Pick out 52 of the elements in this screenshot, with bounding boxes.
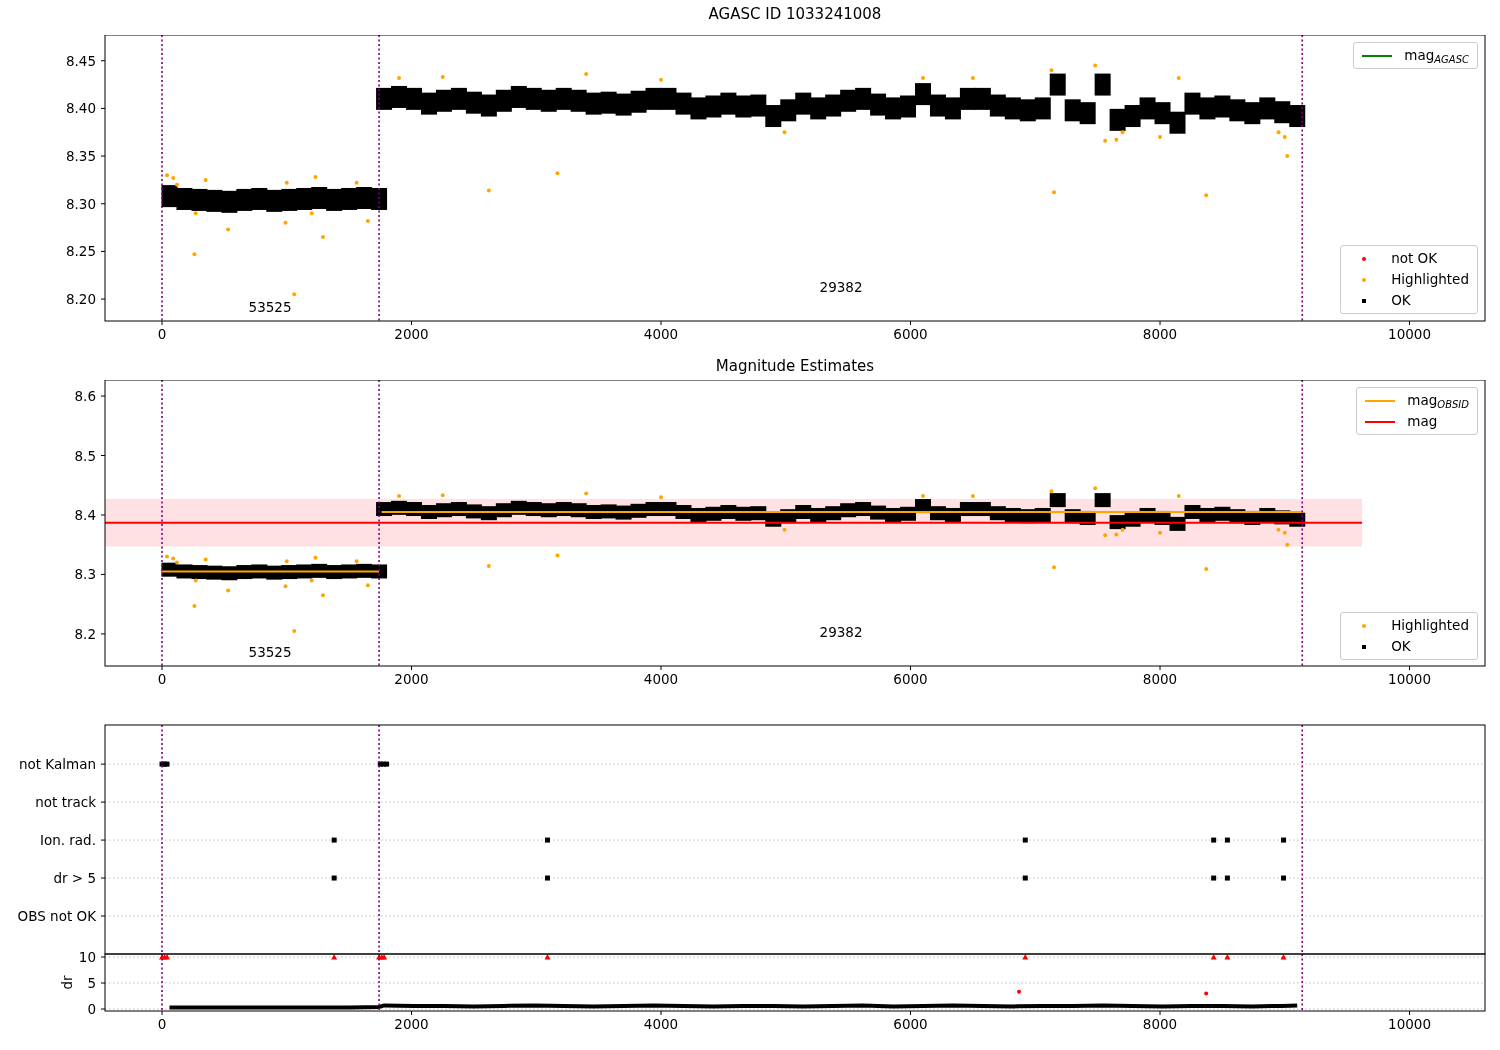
tick-label: Ion. rad. [39, 832, 96, 849]
tick-label: 0 [157, 1016, 167, 1032]
tick-label: 6000 [893, 1016, 928, 1032]
tick-label: 6000 [893, 671, 928, 687]
tick-label: 8.45 [65, 52, 96, 69]
tick-label: 6000 [893, 326, 928, 342]
tick-label: 2000 [394, 1016, 429, 1032]
annotation-label: 53525 [248, 299, 292, 316]
tick-label: 0 [157, 671, 167, 687]
tick-label: 8.4 [74, 506, 96, 523]
annotation-label: 29382 [819, 624, 863, 641]
tick-label: 2000 [394, 671, 429, 687]
tick-label: not Kalman [18, 756, 96, 773]
legend-label: mag$_{AGASC}$ [1404, 46, 1469, 66]
tick-label: 8.2 [74, 625, 96, 642]
legend-label: Highlighted [1391, 270, 1469, 289]
tick-label: 8.6 [74, 388, 96, 405]
tick-label: 0 [87, 1001, 96, 1017]
legend-label: mag [1407, 412, 1438, 431]
tick-label: 8.40 [65, 100, 96, 117]
tick-label: 8000 [1142, 326, 1178, 342]
tick-label: not track [35, 794, 96, 811]
tick-label: 8.25 [65, 243, 96, 260]
tick-label: 8.5 [74, 447, 96, 464]
tick-label: 2000 [394, 326, 429, 342]
chart-title: AGASC ID 1033241008 [708, 4, 882, 26]
tick-label: 10 [78, 949, 96, 965]
tick-label: 8.20 [65, 291, 96, 308]
annotation-label: 53525 [248, 643, 292, 660]
axis-label: dr [59, 975, 75, 990]
tick-label: 4000 [643, 326, 679, 342]
tick-label: 8.35 [65, 148, 96, 165]
tick-label: 10000 [1388, 326, 1431, 342]
tick-label: OBS not OK [17, 908, 96, 924]
tick-label: 8000 [1142, 1016, 1178, 1032]
legend-label: OK [1391, 291, 1411, 310]
legend-label: mag$_{OBSID}$ [1407, 391, 1469, 411]
tick-label: 10000 [1388, 1016, 1431, 1032]
tick-label: 5 [87, 975, 96, 991]
tick-label: 8.30 [65, 195, 96, 212]
tick-label: dr > 5 [53, 870, 96, 887]
tick-label: 0 [157, 326, 167, 342]
tick-label: 10000 [1388, 671, 1431, 687]
annotation-label: 29382 [819, 279, 863, 296]
legend-label: Highlighted [1391, 616, 1469, 635]
tick-label: 8.3 [74, 566, 96, 583]
legend-label: OK [1391, 637, 1411, 656]
tick-label: 8000 [1142, 671, 1178, 687]
chart-title: Magnitude Estimates [715, 355, 875, 377]
tick-label: 4000 [643, 671, 679, 687]
legend-label: not OK [1391, 249, 1438, 268]
tick-label: 4000 [643, 1016, 679, 1032]
